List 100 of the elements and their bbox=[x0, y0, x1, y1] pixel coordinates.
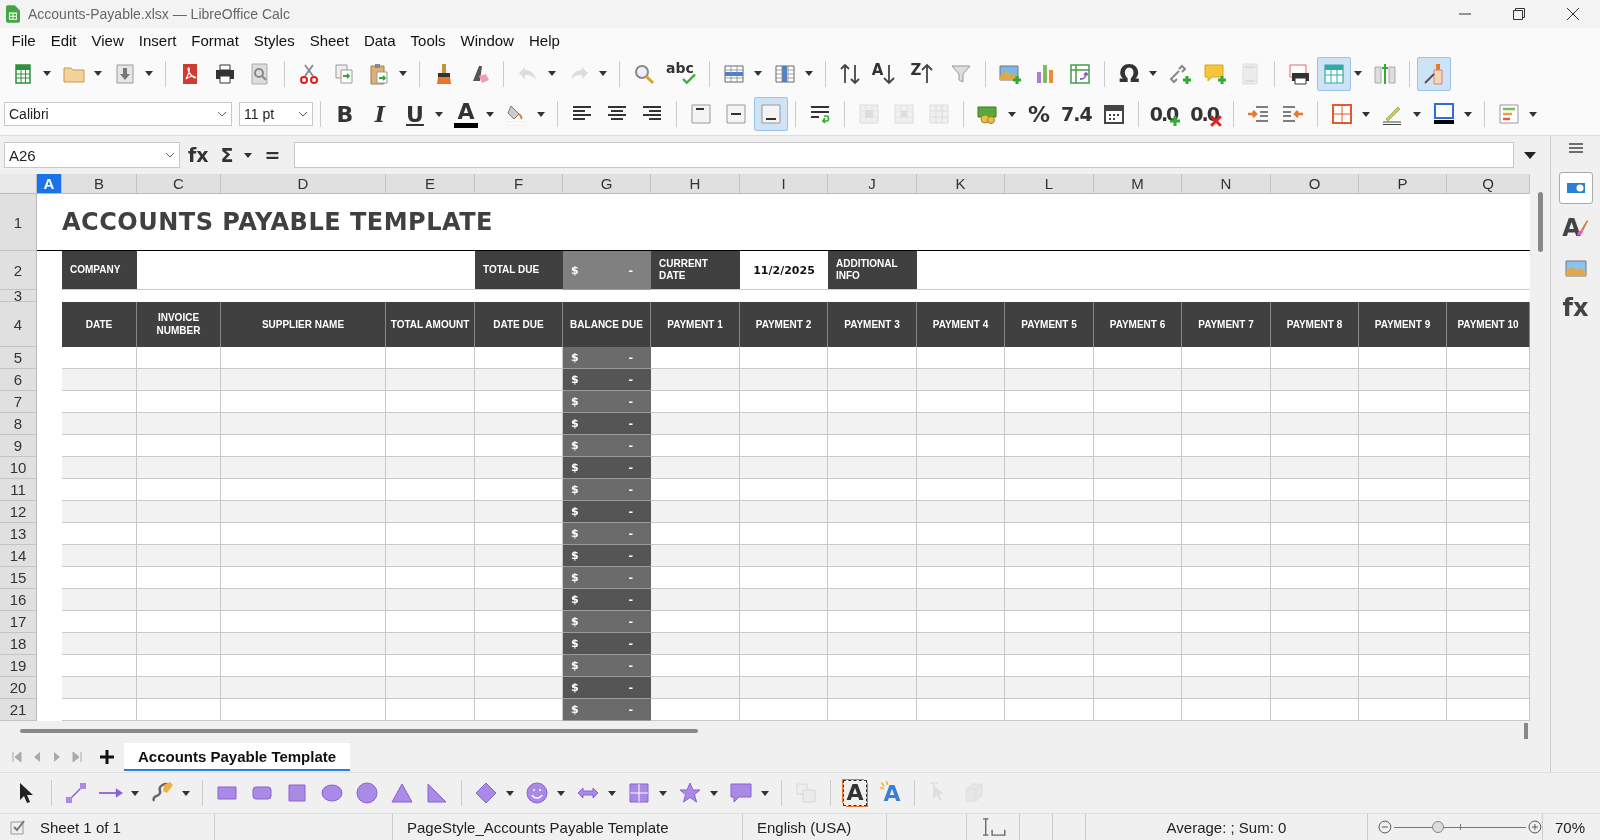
row-header[interactable]: 19 bbox=[0, 655, 37, 678]
column-header[interactable]: P bbox=[1359, 174, 1447, 195]
column-header[interactable]: M bbox=[1094, 174, 1182, 195]
sidebar-tab[interactable]: A bbox=[1558, 212, 1593, 245]
formula-button[interactable]: = bbox=[260, 144, 285, 167]
amount: - bbox=[628, 351, 633, 365]
menu-item[interactable]: Styles bbox=[246, 30, 303, 52]
label-cell: TOTAL DUE bbox=[475, 251, 563, 291]
language: English (USA) bbox=[757, 818, 852, 836]
row-header[interactable]: 4 bbox=[0, 302, 37, 348]
currency-symbol: $ bbox=[571, 395, 579, 409]
currency-symbol: $ bbox=[571, 439, 579, 453]
sidebar-tab[interactable]: fx bbox=[1558, 292, 1593, 325]
menu-item[interactable]: Data bbox=[356, 30, 404, 52]
menu-item[interactable]: Tools bbox=[403, 30, 454, 52]
row-header[interactable]: 10 bbox=[0, 457, 37, 480]
amount: - bbox=[628, 417, 633, 431]
row-header[interactable]: 3 bbox=[0, 290, 37, 303]
font-name-field[interactable]: Calibri bbox=[4, 102, 232, 127]
column-header[interactable]: K bbox=[917, 174, 1005, 195]
amount: - bbox=[628, 615, 633, 629]
menu-item[interactable]: File bbox=[4, 30, 44, 52]
column-heading: TOTAL AMOUNT bbox=[386, 302, 475, 348]
amount: - bbox=[628, 681, 633, 695]
row-header[interactable]: 6 bbox=[0, 369, 37, 392]
currency-symbol: $ bbox=[571, 483, 579, 497]
column-header[interactable]: L bbox=[1005, 174, 1094, 195]
column-header[interactable]: E bbox=[386, 174, 475, 195]
column-header[interactable]: G bbox=[563, 174, 651, 195]
formula-button[interactable]: Σ bbox=[216, 144, 238, 167]
toolbar-button[interactable]: % bbox=[1022, 97, 1056, 132]
row-header[interactable]: 17 bbox=[0, 611, 37, 634]
row-header[interactable]: 7 bbox=[0, 391, 37, 414]
column-header[interactable]: I bbox=[740, 174, 828, 195]
toolbar-button[interactable]: B bbox=[328, 97, 362, 132]
toolbar-button[interactable]: 7.4 bbox=[1057, 97, 1096, 132]
amount: - bbox=[628, 505, 633, 519]
toolbar-button[interactable]: A bbox=[867, 56, 906, 91]
column-header[interactable]: C bbox=[137, 174, 221, 195]
formula-button[interactable]: fx bbox=[184, 144, 213, 167]
name-box[interactable]: A26 bbox=[4, 142, 180, 169]
currency-symbol: $ bbox=[571, 373, 579, 387]
sheet-count: Sheet 1 of 1 bbox=[40, 818, 121, 836]
menu-item[interactable]: Sheet bbox=[302, 30, 357, 52]
column-header[interactable]: Q bbox=[1447, 174, 1530, 195]
column-header[interactable]: O bbox=[1271, 174, 1359, 195]
amount: - bbox=[628, 549, 633, 563]
menu-item[interactable]: View bbox=[84, 30, 132, 52]
row-header[interactable]: 8 bbox=[0, 413, 37, 436]
currency-symbol: $ bbox=[571, 593, 579, 607]
menu-item[interactable]: Format bbox=[183, 30, 247, 52]
column-heading: PAYMENT 10 bbox=[1447, 302, 1530, 348]
row-header[interactable]: 1 bbox=[0, 194, 37, 252]
row-header[interactable]: 14 bbox=[0, 545, 37, 568]
currency-symbol: $ bbox=[571, 703, 579, 717]
font-size-field[interactable]: 11 pt bbox=[239, 102, 313, 127]
row-header[interactable]: 18 bbox=[0, 633, 37, 656]
label-cell: ADDITIONAL INFO bbox=[828, 251, 917, 291]
menu-item[interactable]: Edit bbox=[43, 30, 85, 52]
row-header[interactable]: 21 bbox=[0, 699, 37, 722]
column-header[interactable]: J bbox=[828, 174, 917, 195]
currency-symbol: $ bbox=[571, 505, 579, 519]
toolbar-button[interactable]: A bbox=[873, 776, 907, 811]
toolbar-button[interactable]: abc bbox=[662, 56, 702, 91]
toolbar-button[interactable]: I bbox=[363, 97, 397, 132]
row-header[interactable]: 2 bbox=[0, 251, 37, 291]
zoom-level: 70% bbox=[1555, 818, 1586, 836]
menu-item[interactable]: Help bbox=[521, 30, 568, 52]
toolbar-button[interactable]: Ω bbox=[1112, 56, 1147, 91]
column-heading: PAYMENT 3 bbox=[828, 302, 917, 348]
menu-item[interactable]: Window bbox=[453, 30, 522, 52]
column-heading: BALANCE DUE bbox=[563, 302, 651, 348]
row-header[interactable]: 12 bbox=[0, 501, 37, 524]
currency-symbol: $ bbox=[571, 549, 579, 563]
amount: - bbox=[628, 263, 633, 277]
row-header[interactable]: 11 bbox=[0, 479, 37, 502]
row-header[interactable]: 16 bbox=[0, 589, 37, 612]
row-header[interactable]: 9 bbox=[0, 435, 37, 458]
menu-item[interactable]: Insert bbox=[131, 30, 184, 52]
currency-symbol: $ bbox=[571, 417, 579, 431]
amount: - bbox=[628, 439, 633, 453]
sheet-tab[interactable]: Accounts Payable Template bbox=[124, 742, 351, 771]
currency-symbol: $ bbox=[571, 659, 579, 673]
row-header[interactable]: 15 bbox=[0, 567, 37, 590]
column-header[interactable]: D bbox=[221, 174, 386, 195]
column-header[interactable]: F bbox=[475, 174, 563, 195]
row-header[interactable]: 5 bbox=[0, 347, 37, 370]
toolbar-button[interactable]: U bbox=[398, 97, 432, 132]
column-header[interactable]: B bbox=[62, 174, 137, 195]
toolbar-button[interactable]: A bbox=[449, 97, 483, 132]
column-header[interactable]: N bbox=[1182, 174, 1271, 195]
amount: - bbox=[628, 395, 633, 409]
amount: - bbox=[628, 703, 633, 717]
row-header[interactable]: 20 bbox=[0, 677, 37, 700]
column-header[interactable]: H bbox=[651, 174, 740, 195]
currency-symbol: $ bbox=[571, 263, 579, 277]
toolbar-button[interactable]: Z bbox=[906, 56, 944, 91]
row-header[interactable]: 13 bbox=[0, 523, 37, 546]
amount: - bbox=[628, 461, 633, 475]
column-header[interactable]: A bbox=[37, 174, 62, 195]
